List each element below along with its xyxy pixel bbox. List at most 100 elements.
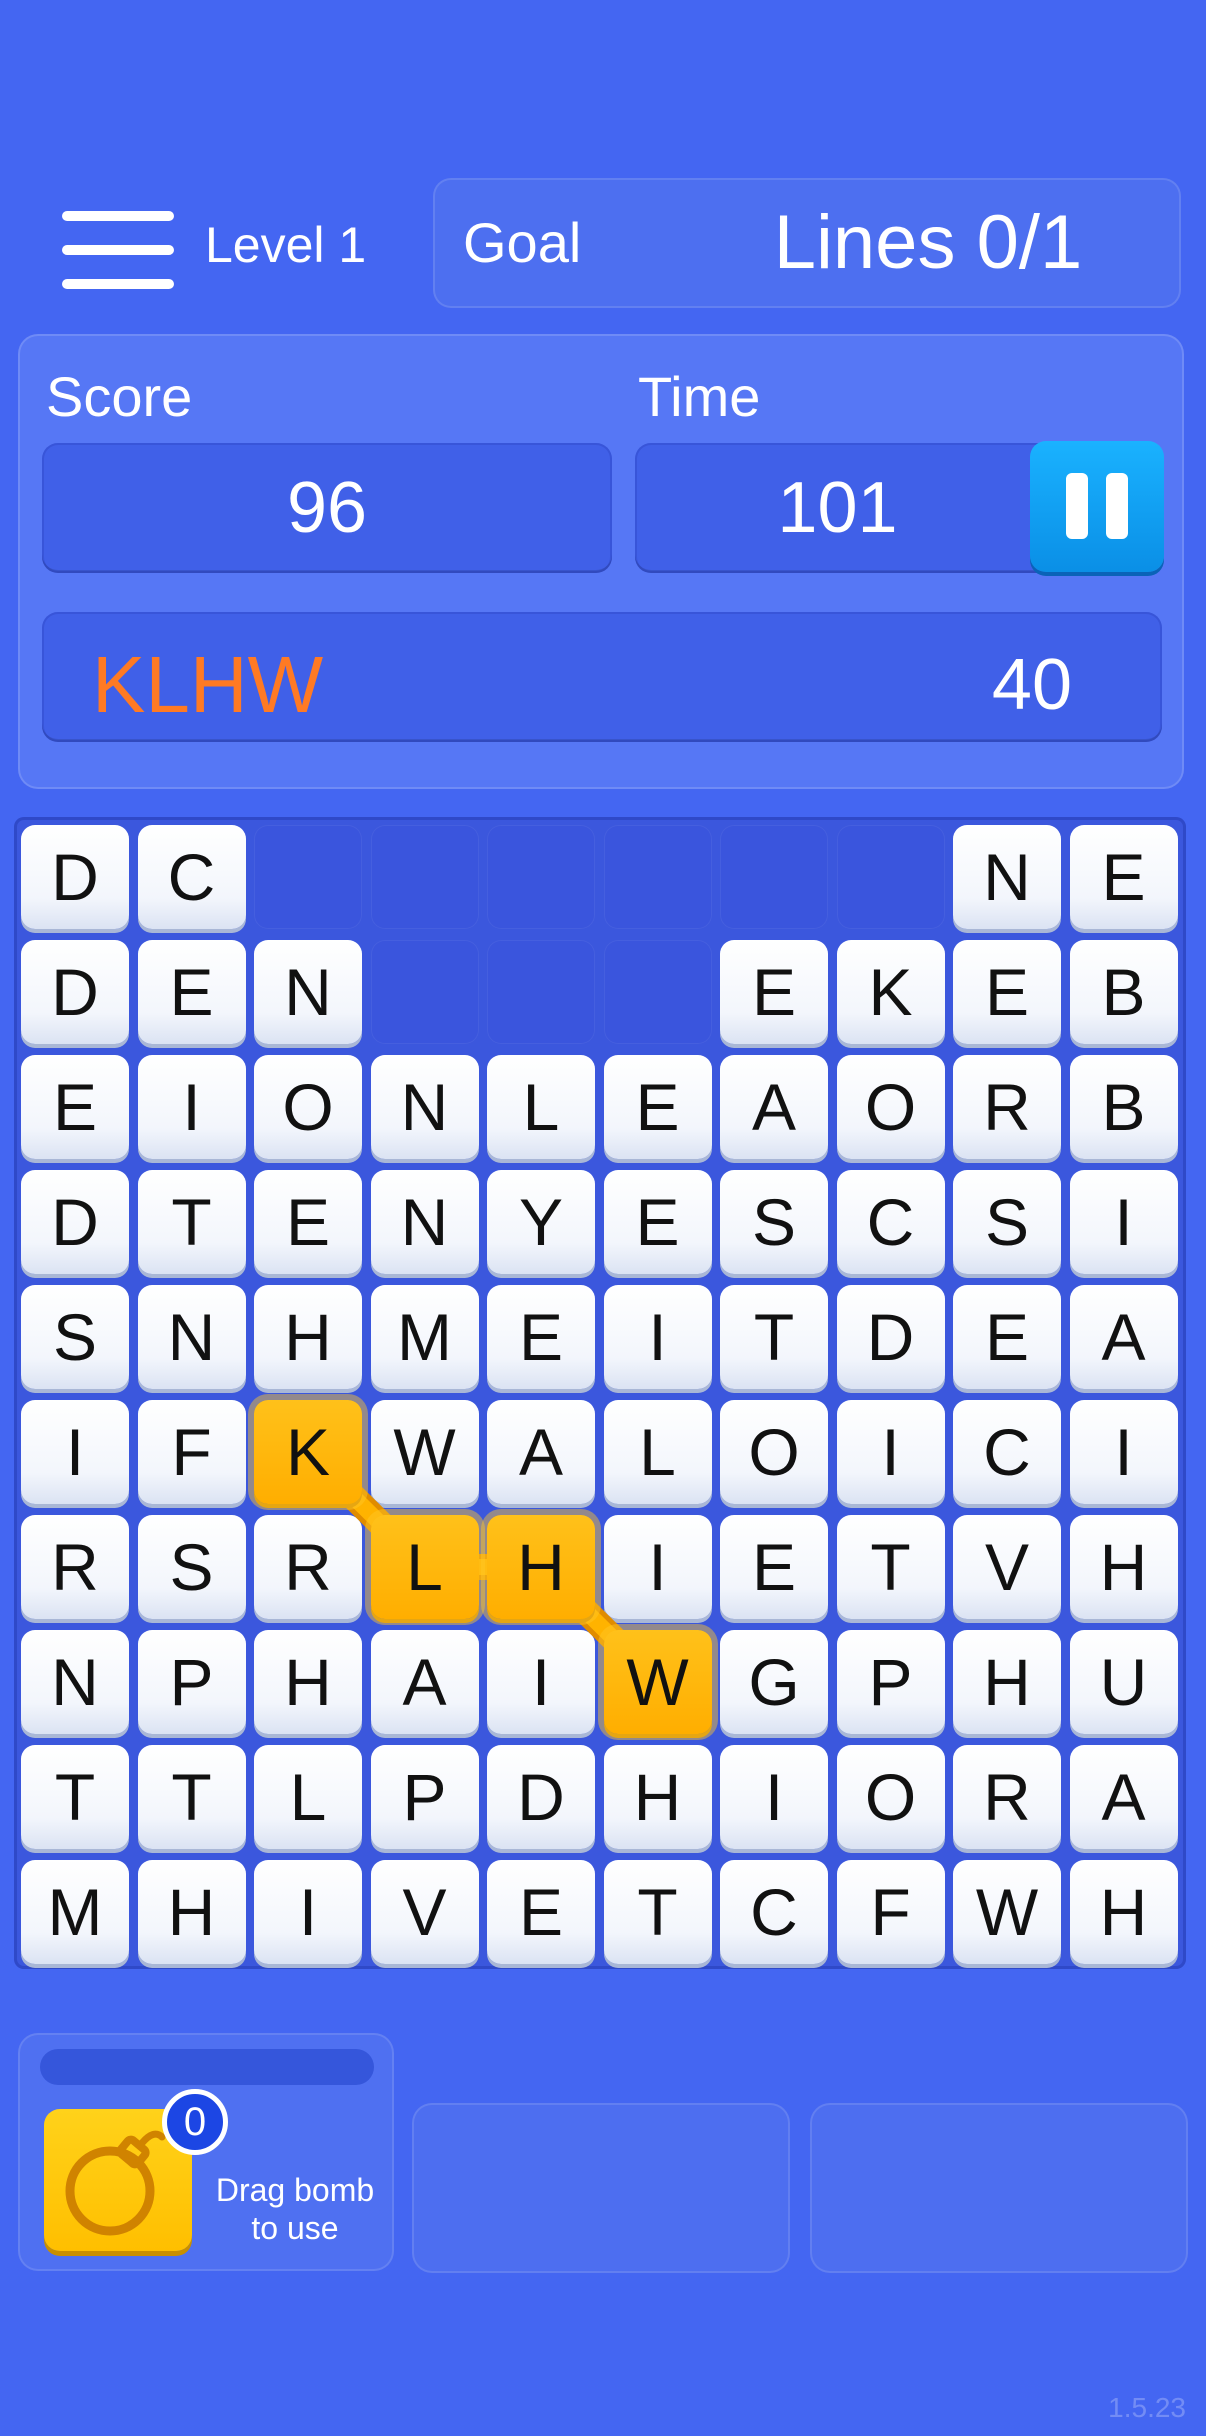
letter-tile[interactable]: V (953, 1515, 1061, 1619)
letter-tile[interactable]: A (720, 1055, 828, 1159)
bomb-instructions-line2: to use (251, 2210, 339, 2246)
letter-tile[interactable]: T (137, 1745, 246, 1849)
letter-tile[interactable]: S (953, 1170, 1061, 1274)
letter-tile[interactable]: T (836, 1515, 945, 1619)
letter-tile[interactable]: C (836, 1170, 945, 1274)
bomb-instructions-line1: Drag bomb (215, 2172, 375, 2208)
letter-tile[interactable]: Y (487, 1170, 595, 1274)
letter-tile[interactable]: I (720, 1745, 828, 1849)
letter-tile[interactable]: O (836, 1055, 945, 1159)
current-word-points: 40 (991, 645, 1072, 725)
letter-tile[interactable]: C (953, 1400, 1061, 1504)
letter-tile-selected[interactable]: H (487, 1515, 595, 1619)
pause-button[interactable] (1030, 441, 1164, 572)
letter-tile-selected[interactable]: L (370, 1515, 479, 1619)
letter-tile[interactable]: T (21, 1745, 129, 1849)
letter-tile[interactable]: H (953, 1630, 1061, 1734)
letter-tile[interactable]: I (1069, 1170, 1178, 1274)
letter-tile[interactable]: N (370, 1055, 479, 1159)
letter-tile[interactable]: O (254, 1055, 362, 1159)
letter-tile[interactable]: I (603, 1285, 712, 1389)
letter-tile[interactable]: P (137, 1630, 246, 1734)
letter-tile[interactable]: N (137, 1285, 246, 1389)
letter-tile[interactable]: C (137, 825, 246, 929)
letter-tile[interactable]: R (21, 1515, 129, 1619)
letter-tile[interactable]: K (836, 940, 945, 1044)
letter-tile[interactable]: L (487, 1055, 595, 1159)
powerup-slot-3[interactable] (810, 2103, 1188, 2273)
letter-tile[interactable]: H (254, 1285, 362, 1389)
letter-tile[interactable]: L (603, 1400, 712, 1504)
letter-tile[interactable]: I (603, 1515, 712, 1619)
letter-tile[interactable]: B (1069, 940, 1178, 1044)
letter-tile[interactable]: E (603, 1170, 712, 1274)
menu-icon[interactable] (62, 205, 174, 293)
letter-tile[interactable]: H (1069, 1515, 1178, 1619)
letter-tile[interactable]: R (953, 1745, 1061, 1849)
letter-tile[interactable]: E (603, 1055, 712, 1159)
letter-tile[interactable]: E (254, 1170, 362, 1274)
powerup-slot-2[interactable] (412, 2103, 790, 2273)
letter-tile[interactable]: O (836, 1745, 945, 1849)
letter-tile[interactable]: N (370, 1170, 479, 1274)
letter-tile[interactable]: A (1069, 1745, 1178, 1849)
letter-tile[interactable]: H (1069, 1860, 1178, 1964)
letter-tile[interactable]: D (487, 1745, 595, 1849)
letter-tile[interactable]: T (720, 1285, 828, 1389)
letter-tile[interactable]: I (254, 1860, 362, 1964)
letter-tile[interactable]: B (1069, 1055, 1178, 1159)
letter-tile[interactable]: L (254, 1745, 362, 1849)
letter-tile[interactable]: T (137, 1170, 246, 1274)
letter-tile[interactable]: E (720, 940, 828, 1044)
letter-tile[interactable]: M (21, 1860, 129, 1964)
letter-tile[interactable]: M (370, 1285, 479, 1389)
letter-tile[interactable]: H (603, 1745, 712, 1849)
letter-tile[interactable]: I (487, 1630, 595, 1734)
letter-tile[interactable]: I (137, 1055, 246, 1159)
letter-tile[interactable]: E (720, 1515, 828, 1619)
letter-tile[interactable]: A (1069, 1285, 1178, 1389)
bomb-powerup-panel: 0 Drag bomb to use (18, 2033, 394, 2271)
letter-tile[interactable]: H (137, 1860, 246, 1964)
letter-tile[interactable]: E (21, 1055, 129, 1159)
letter-tile[interactable]: I (1069, 1400, 1178, 1504)
letter-tile[interactable]: E (487, 1860, 595, 1964)
current-word-box: KLHW 40 (42, 612, 1162, 742)
letter-tile[interactable]: E (953, 1285, 1061, 1389)
letter-tile[interactable]: P (370, 1745, 479, 1849)
letter-tile[interactable]: D (21, 1170, 129, 1274)
letter-tile[interactable]: N (21, 1630, 129, 1734)
letter-tile-selected[interactable]: W (603, 1630, 712, 1734)
letter-tile[interactable]: W (953, 1860, 1061, 1964)
letter-tile[interactable]: E (487, 1285, 595, 1389)
letter-tile[interactable]: W (370, 1400, 479, 1504)
letter-tile[interactable]: O (720, 1400, 828, 1504)
letter-tile[interactable]: N (953, 825, 1061, 929)
letter-tile[interactable]: F (137, 1400, 246, 1504)
letter-tile[interactable]: R (254, 1515, 362, 1619)
letter-tile[interactable]: C (720, 1860, 828, 1964)
letter-tile[interactable]: T (603, 1860, 712, 1964)
letter-tile[interactable]: S (137, 1515, 246, 1619)
letter-tile[interactable]: A (487, 1400, 595, 1504)
letter-tile[interactable]: R (953, 1055, 1061, 1159)
letter-tile[interactable]: E (137, 940, 246, 1044)
letter-tile-selected[interactable]: K (254, 1400, 362, 1504)
letter-tile[interactable]: E (1069, 825, 1178, 929)
letter-tile[interactable]: V (370, 1860, 479, 1964)
letter-tile[interactable]: S (21, 1285, 129, 1389)
letter-tile[interactable]: U (1069, 1630, 1178, 1734)
letter-tile[interactable]: D (836, 1285, 945, 1389)
letter-tile[interactable]: I (21, 1400, 129, 1504)
letter-tile[interactable]: S (720, 1170, 828, 1274)
letter-tile[interactable]: P (836, 1630, 945, 1734)
letter-tile[interactable]: I (836, 1400, 945, 1504)
letter-tile[interactable]: G (720, 1630, 828, 1734)
letter-tile[interactable]: A (370, 1630, 479, 1734)
letter-tile[interactable]: E (953, 940, 1061, 1044)
letter-tile[interactable]: D (21, 825, 129, 929)
letter-tile[interactable]: N (254, 940, 362, 1044)
letter-tile[interactable]: D (21, 940, 129, 1044)
letter-tile[interactable]: H (254, 1630, 362, 1734)
letter-tile[interactable]: F (836, 1860, 945, 1964)
